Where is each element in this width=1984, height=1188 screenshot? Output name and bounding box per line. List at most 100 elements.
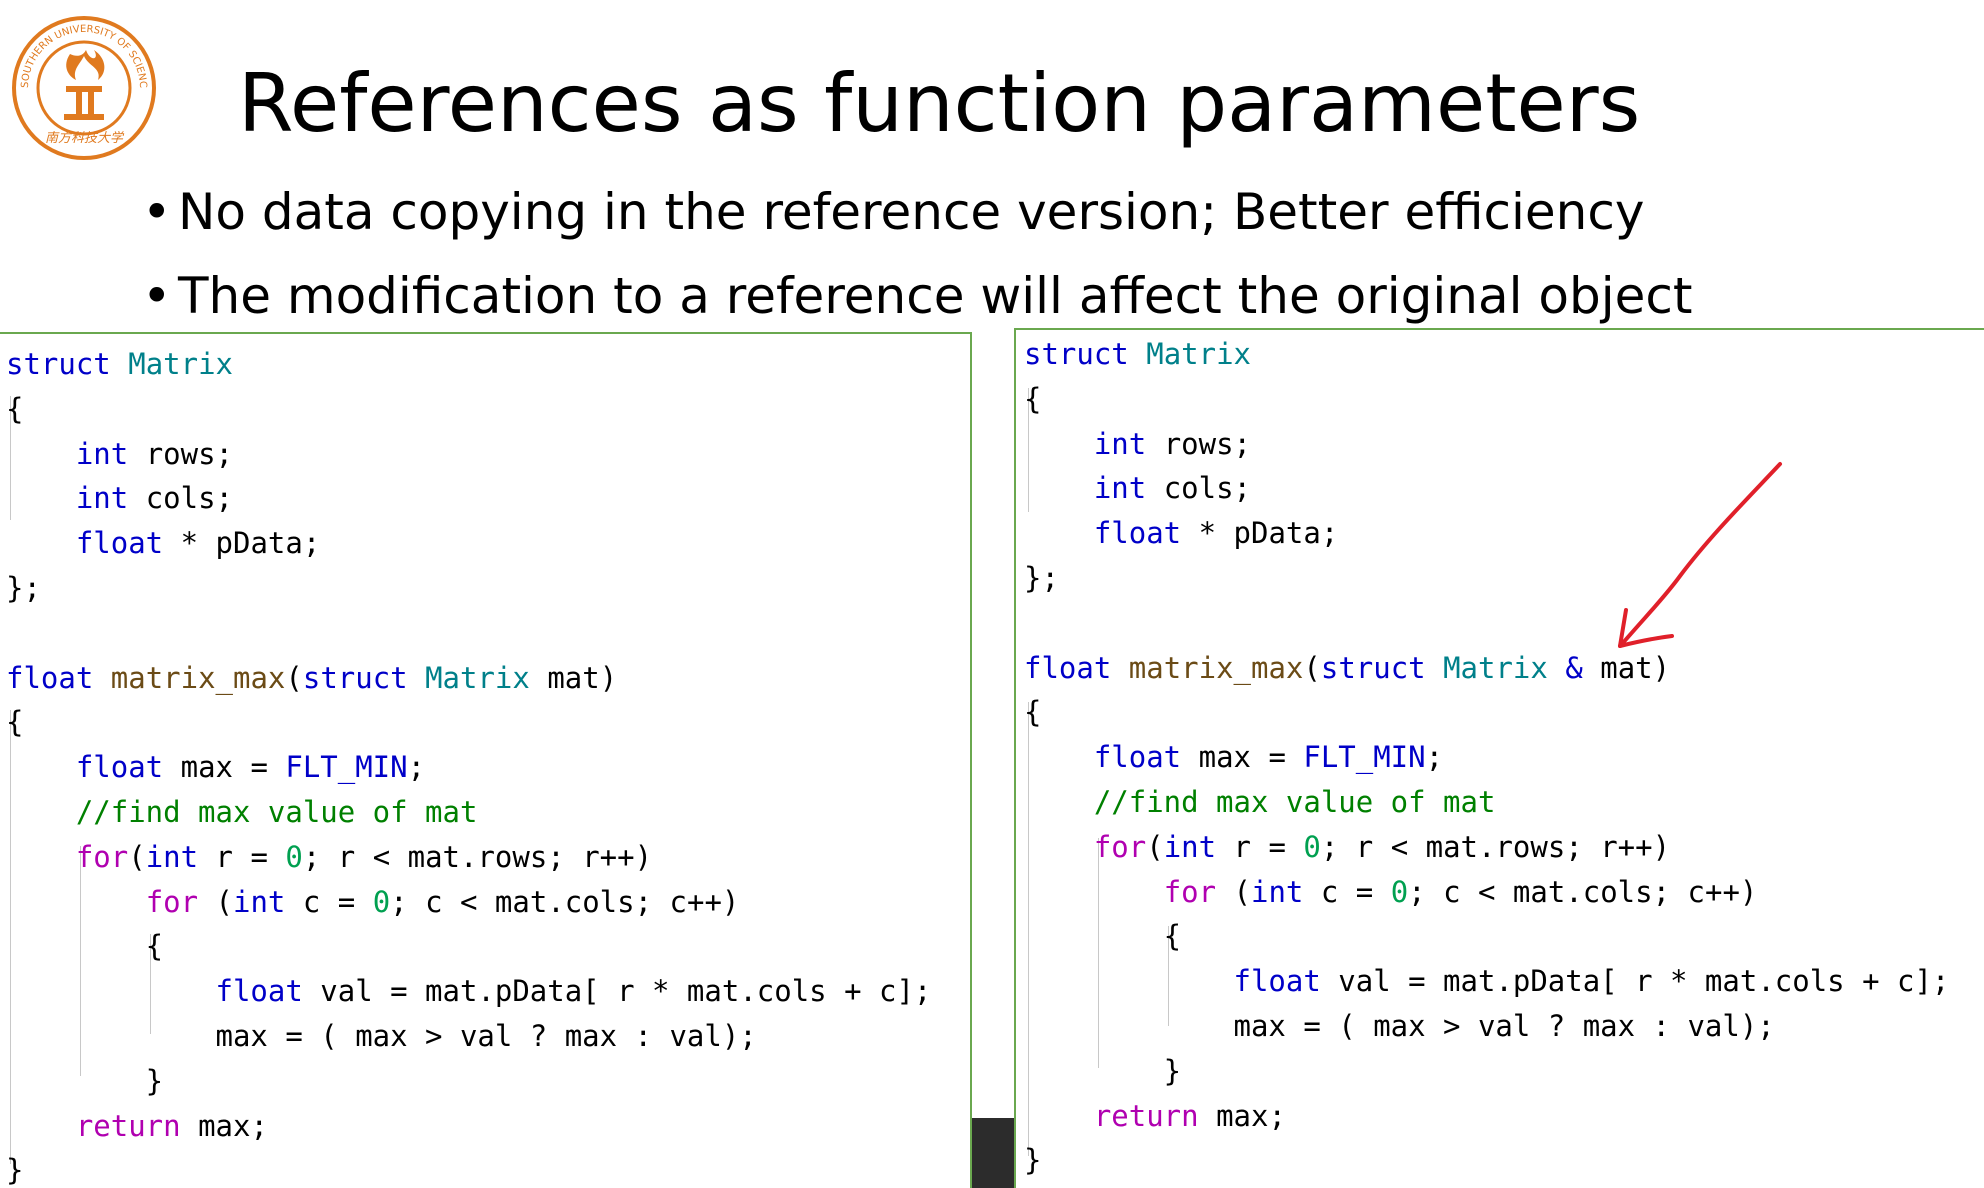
code-token: 0 — [1303, 829, 1321, 864]
code-token: cols; — [1146, 471, 1251, 506]
code-token: 0 — [1390, 874, 1409, 909]
code-token: ; r < mat.rows; r++) — [1320, 829, 1671, 864]
code-token: FLT_MIN — [285, 750, 408, 785]
code-token: max = ( max > val ? max : val); — [6, 1018, 757, 1053]
code-line: { — [1024, 914, 1949, 959]
code-token: int — [75, 481, 129, 516]
code-line: //find max value of mat — [6, 790, 931, 835]
code-token: float — [6, 660, 94, 695]
code-token: max = ( max > val ? max : val); — [1024, 1008, 1775, 1043]
code-line: return max; — [1024, 1094, 1949, 1139]
code-token: * pData; — [163, 526, 321, 561]
code-line: }; — [1024, 556, 1949, 601]
code-token: float — [75, 750, 164, 785]
code-line: int cols; — [6, 476, 931, 521]
code-line: float max = FLT_MIN; — [1024, 735, 1949, 780]
code-line: }; — [6, 566, 931, 611]
code-token: { — [6, 705, 24, 740]
code-token: Matrix — [128, 347, 233, 381]
code-token: float — [215, 974, 303, 1009]
code-token: int — [233, 884, 286, 919]
code-token: } — [6, 1063, 164, 1098]
code-token: rows; — [1146, 426, 1251, 461]
code-line: } — [1024, 1049, 1949, 1094]
panel-gap-bar — [972, 1118, 1014, 1188]
code-token: struct — [6, 347, 111, 381]
code-line: struct Matrix — [6, 342, 931, 387]
code-token: val = mat.pData[ r * mat.cols + c]; — [302, 974, 932, 1009]
code-token: * pData; — [1181, 516, 1339, 551]
code-token: ; c < mat.cols; c++) — [390, 884, 740, 919]
code-token: Matrix — [1146, 337, 1251, 371]
code-block-left: struct Matrix { int rows; int cols; float… — [6, 342, 931, 1188]
code-token: cols; — [128, 481, 233, 516]
code-line: for(int r = 0; r < mat.rows; r++) — [6, 835, 931, 880]
code-token: 0 — [285, 839, 303, 874]
code-token: float — [1024, 650, 1112, 685]
code-token: ( — [128, 839, 146, 874]
code-line: float val = mat.pData[ r * mat.cols + c]… — [6, 969, 932, 1014]
code-token: ; — [407, 750, 426, 785]
code-token: { — [1024, 381, 1042, 416]
code-token: r = — [198, 839, 286, 874]
code-line: { — [1024, 377, 1949, 422]
code-token: max = — [1181, 740, 1304, 775]
code-line: { — [1024, 690, 1949, 735]
code-line: float val = mat.pData[ r * mat.cols + c]… — [1024, 959, 1950, 1004]
code-token: ( — [285, 660, 303, 695]
university-logo: SOUTHERN UNIVERSITY OF SCIENCE AND TECHN… — [6, 6, 158, 162]
code-token: int — [1163, 829, 1217, 864]
code-token: FLT_MIN — [1303, 740, 1426, 775]
code-line: struct Matrix — [1024, 332, 1949, 377]
code-token: float — [75, 526, 164, 561]
code-line: int rows; — [6, 432, 931, 477]
code-token: for — [75, 839, 129, 874]
code-token: Matrix — [425, 660, 530, 695]
code-token: { — [6, 929, 164, 964]
code-token: //find max value of mat — [1093, 784, 1496, 819]
bullet-item: No data copying in the reference version… — [142, 180, 1692, 264]
code-token: }; — [6, 570, 41, 605]
code-line: return max; — [6, 1104, 931, 1149]
code-line: float matrix_max(struct Matrix mat) — [6, 656, 931, 701]
code-token: int — [145, 839, 199, 874]
code-line: } — [6, 1059, 931, 1104]
code-token: max; — [1198, 1098, 1286, 1133]
code-line: max = ( max > val ? max : val); — [1024, 1004, 1949, 1049]
code-token: } — [1024, 1053, 1182, 1088]
code-token: struct — [1024, 337, 1129, 371]
code-token: } — [1024, 1143, 1042, 1178]
university-seal-icon: SOUTHERN UNIVERSITY OF SCIENCE AND TECHN… — [6, 6, 156, 160]
code-token: int — [1093, 471, 1147, 506]
code-token: matrix_max — [1128, 650, 1304, 685]
code-token: float — [1093, 740, 1182, 775]
code-line: { — [6, 387, 931, 432]
code-token: c = — [285, 884, 373, 919]
code-panel-reference-version: struct Matrix { int rows; int cols; float… — [1014, 328, 1984, 1188]
code-line: for (int c = 0; c < mat.cols; c++) — [1024, 870, 1949, 915]
code-line: float * pData; — [6, 521, 931, 566]
code-token: return — [1093, 1098, 1199, 1133]
code-token: { — [1024, 695, 1042, 730]
code-token: ( — [198, 884, 233, 919]
code-token: for — [1093, 829, 1147, 864]
code-block-right: struct Matrix { int rows; int cols; float… — [1024, 332, 1949, 1183]
code-line: float matrix_max(struct Matrix & mat) — [1024, 646, 1949, 691]
code-token: mat) — [529, 660, 618, 695]
